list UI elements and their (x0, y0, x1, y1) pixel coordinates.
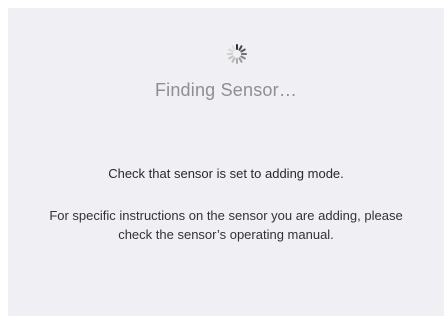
instruction-secondary: For specific instructions on the sensor … (49, 208, 403, 242)
loading-spinner-icon (227, 44, 247, 64)
screen: Finding Sensor… Check that sensor is set… (0, 0, 448, 316)
instruction-primary: Check that sensor is set to adding mode. (108, 166, 344, 181)
status-title: Finding Sensor… (154, 80, 298, 100)
finding-sensor-panel: Finding Sensor… Check that sensor is set… (8, 8, 444, 316)
